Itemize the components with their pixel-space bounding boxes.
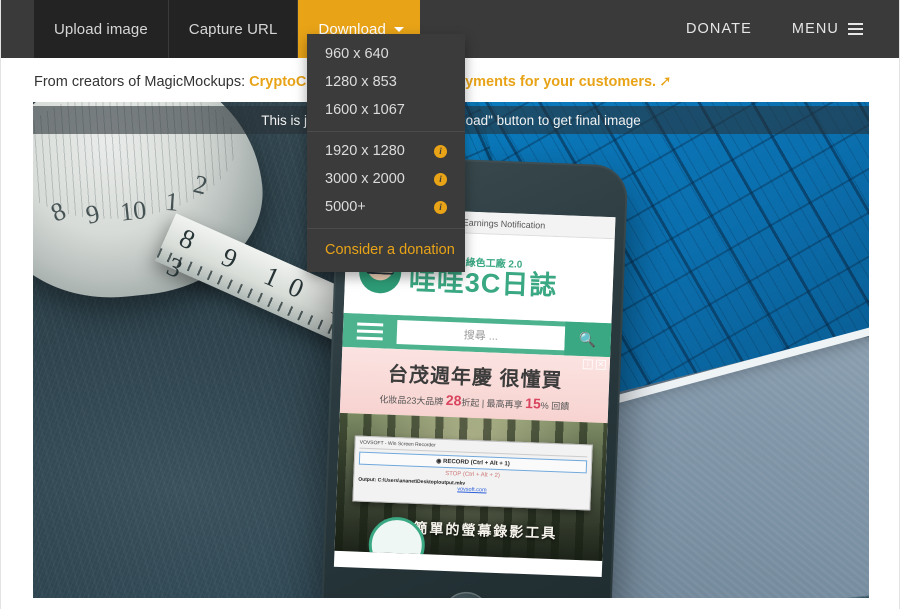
- site-search-input[interactable]: 搜尋 ...: [396, 319, 566, 351]
- size-option-1920x1280[interactable]: 1920 x 1280 i: [307, 137, 465, 165]
- size-option-1600x1067[interactable]: 1600 x 1067: [307, 96, 465, 124]
- site-search-icon[interactable]: 🔍: [564, 321, 612, 358]
- size-option-label: 960 x 640: [325, 46, 389, 62]
- article-thumbnail[interactable]: VOVSOFT - Win Screen Recorder ◉ RECORD (…: [334, 412, 608, 562]
- size-option-label: 5000+: [325, 199, 366, 215]
- app-page: Upload image Capture URL Download DONATE…: [0, 0, 900, 609]
- size-option-3000x2000[interactable]: 3000 x 2000 i: [307, 165, 465, 193]
- size-option-label: 3000 x 2000: [325, 171, 405, 187]
- menu-button[interactable]: MENU: [792, 21, 863, 37]
- hamburger-icon: [848, 23, 863, 35]
- page-bottom-strip: [1, 600, 899, 609]
- dropdown-divider: [307, 228, 465, 229]
- size-option-label: 1280 x 853: [325, 74, 397, 90]
- promo-prefix: From creators of MagicMockups:: [34, 74, 250, 90]
- banner-headline: 台茂週年慶 很懂買: [387, 363, 563, 393]
- ad-close-icon[interactable]: ✕: [595, 359, 607, 371]
- info-icon[interactable]: i: [434, 144, 447, 158]
- download-size-dropdown[interactable]: 960 x 640 1280 x 853 1600 x 1067 1920 x …: [307, 34, 465, 272]
- donate-link[interactable]: DONATE: [686, 21, 752, 37]
- consider-a-donation-item[interactable]: Consider a donation: [307, 234, 465, 262]
- info-icon[interactable]: i: [434, 172, 447, 186]
- consider-a-donation-label: Consider a donation: [325, 242, 455, 258]
- promo-banner-ad[interactable]: i ✕ 台茂週年慶 很懂買 化妝品23大品牌 28折起 | 最高再享 15% 回…: [339, 346, 611, 424]
- site-hamburger-icon[interactable]: [342, 313, 397, 349]
- menu-label: MENU: [791, 21, 839, 37]
- external-link-arrow-icon: ➚: [659, 73, 672, 90]
- banner-subline: 化妝品23大品牌 28折起 | 最高再享 15% 回饋: [379, 391, 570, 412]
- size-option-label: 1920 x 1280: [325, 143, 405, 159]
- dropdown-divider: [307, 131, 465, 132]
- info-icon[interactable]: i: [434, 200, 447, 214]
- chevron-down-icon: [393, 27, 404, 32]
- screen-recorder-app-window: VOVSOFT - Win Screen Recorder ◉ RECORD (…: [352, 435, 593, 511]
- upload-image-button[interactable]: Upload image: [34, 0, 168, 58]
- toolbar-right-group: DONATE MENU: [686, 0, 899, 58]
- size-option-960x640[interactable]: 960 x 640: [307, 40, 465, 68]
- capture-url-button[interactable]: Capture URL: [168, 0, 298, 58]
- size-option-5000plus[interactable]: 5000+ i: [307, 193, 465, 221]
- ad-controls[interactable]: i ✕: [582, 359, 607, 371]
- size-option-label: 1600 x 1067: [325, 102, 405, 118]
- site-search-placeholder: 搜尋 ...: [463, 329, 499, 343]
- ad-info-icon[interactable]: i: [582, 359, 594, 370]
- size-option-1280x853[interactable]: 1280 x 853: [307, 68, 465, 96]
- phone-home-button[interactable]: [442, 590, 490, 598]
